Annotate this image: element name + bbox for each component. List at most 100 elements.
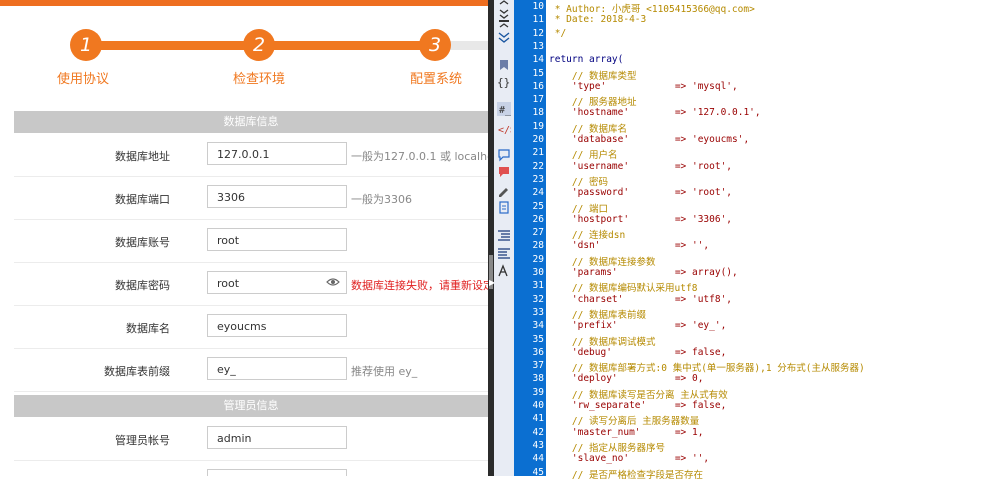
code-line: // 数据库读写是否分离 主从式有效 (549, 389, 728, 401)
editor-toolbar: {} #_ </> (494, 0, 515, 476)
indent-icon[interactable] (497, 228, 511, 242)
edit-icon[interactable] (497, 184, 511, 198)
code-line: 'slave_no' => '', (549, 453, 710, 465)
field-label: 数据库账号 (115, 236, 170, 249)
line-number: 20 (532, 134, 544, 145)
code-line: 'master_num' => 1, (549, 426, 704, 438)
line-number: 15 (532, 67, 544, 79)
code-editor[interactable]: * Author: 小虎哥 <1105415366@qq.com> * Date… (546, 0, 1000, 481)
line-number: 25 (532, 200, 544, 212)
code-line: // 数据库连接参数 (549, 256, 656, 268)
admin-account-input[interactable]: admin (207, 426, 347, 449)
fold-icon[interactable] (497, 30, 511, 44)
code-line: 'rw_separate' => false, (549, 400, 727, 411)
line-number: 23 (532, 173, 544, 185)
line-number: 10 (532, 1, 544, 12)
format-icon[interactable] (497, 264, 511, 278)
code-line: return array( (549, 54, 624, 66)
field-hint: 一般为127.0.0.1 或 localhost (351, 150, 488, 163)
bookmark-icon[interactable] (497, 58, 511, 72)
code-line: 'prefix' => 'ey_', (549, 320, 727, 332)
line-number: 31 (532, 280, 544, 292)
comment-toggle-icon[interactable]: </> (497, 122, 511, 136)
field-row-admin-password (14, 461, 488, 476)
outdent-icon[interactable] (497, 246, 511, 260)
line-number: 40 (532, 400, 544, 411)
line-number: 24 (532, 187, 544, 199)
field-row-db-password: 数据库密码 root 数据库连接失败，请重新设定 (14, 263, 488, 306)
line-number: 41 (532, 413, 544, 425)
document-icon[interactable] (497, 201, 511, 215)
line-number: 26 (532, 213, 544, 225)
chat-icon[interactable] (497, 148, 511, 162)
line-number: 34 (532, 320, 544, 332)
field-row-db-prefix: 数据库表前缀 ey_ 推荐使用 ey_ (14, 349, 488, 392)
admin-password-input[interactable] (207, 469, 347, 476)
line-number: 19 (532, 120, 544, 132)
line-number: 17 (532, 94, 544, 106)
field-hint: 一般为3306 (351, 193, 412, 206)
line-number: 36 (532, 346, 544, 358)
field-label: 管理员帐号 (115, 434, 170, 447)
db-port-input[interactable]: 3306 (207, 185, 347, 208)
line-number: 18 (532, 107, 544, 119)
code-line: // 数据库名 (549, 123, 628, 135)
line-number: 30 (532, 267, 544, 278)
code-line: // 数据库编码默认采用utf8 (549, 283, 698, 295)
password-value: root (217, 277, 240, 290)
eye-icon[interactable] (326, 277, 340, 287)
code-line: // 密码 (549, 176, 609, 188)
line-number: 22 (532, 160, 544, 172)
db-password-input[interactable]: root (207, 271, 347, 294)
line-number: 29 (532, 253, 544, 265)
db-user-input[interactable]: root (207, 228, 347, 251)
field-label: 数据库端口 (115, 193, 170, 206)
collapse-icon[interactable] (497, 14, 511, 28)
code-line: 'password' => 'root', (549, 187, 733, 199)
step-2-circle: 2 (243, 29, 275, 61)
code-line: 'deploy' => 0, (549, 373, 704, 385)
message-icon[interactable] (497, 165, 511, 179)
step-2-label: 检查环境 (233, 72, 286, 87)
line-number: 27 (532, 227, 544, 239)
field-label: 数据库名 (126, 322, 170, 335)
code-line: // 连接dsn (549, 230, 626, 242)
code-line: // 数据库部署方式:0 集中式(单一服务器),1 分布式(主从服务器) (549, 363, 865, 375)
code-line: // 端口 (549, 203, 609, 215)
code-line: 'type' => 'mysql', (549, 80, 738, 92)
step-3-circle: 3 (419, 29, 451, 61)
db-host-input[interactable]: 127.0.0.1 (207, 142, 347, 165)
db-name-input[interactable]: eyoucms (207, 314, 347, 337)
expand-icon[interactable] (497, 0, 511, 14)
code-line: 'debug' => false, (549, 346, 727, 358)
code-line: // 数据库调试模式 (549, 336, 656, 348)
line-number: 12 (532, 27, 544, 39)
field-label: 数据库表前缀 (104, 365, 170, 378)
line-number: 32 (532, 293, 544, 305)
hash-icon[interactable]: #_ (497, 102, 511, 116)
field-row-db-host: 数据库地址 127.0.0.1 一般为127.0.0.1 或 localhost (14, 134, 488, 177)
code-line: */ (549, 27, 567, 39)
db-error-message: 数据库连接失败，请重新设定 (351, 279, 488, 292)
svg-text:#_: #_ (499, 105, 511, 116)
db-prefix-input[interactable]: ey_ (207, 357, 347, 380)
code-line: 'charset' => 'utf8', (549, 293, 733, 305)
line-number: 33 (532, 306, 544, 318)
code-line: 'username' => 'root', (549, 160, 733, 172)
line-number: 11 (532, 14, 544, 26)
step-1-label: 使用协议 (57, 72, 110, 87)
code-line: // 服务器地址 (549, 97, 637, 109)
step-1-circle: 1 (70, 29, 102, 61)
steps-progress-remaining (448, 41, 488, 50)
braces-icon[interactable]: {} (497, 75, 511, 89)
line-number: 16 (532, 80, 544, 92)
svg-text:{}: {} (497, 76, 510, 89)
line-number: 13 (532, 40, 544, 52)
line-number: 44 (532, 453, 544, 465)
field-hint: 推荐使用 ey_ (351, 365, 418, 378)
code-line: // 用户名 (549, 150, 618, 162)
code-line: // 数据库表前缀 (549, 309, 647, 321)
field-row-db-user: 数据库账号 root (14, 220, 488, 263)
line-number: 37 (532, 360, 544, 372)
field-label: 数据库地址 (115, 150, 170, 163)
